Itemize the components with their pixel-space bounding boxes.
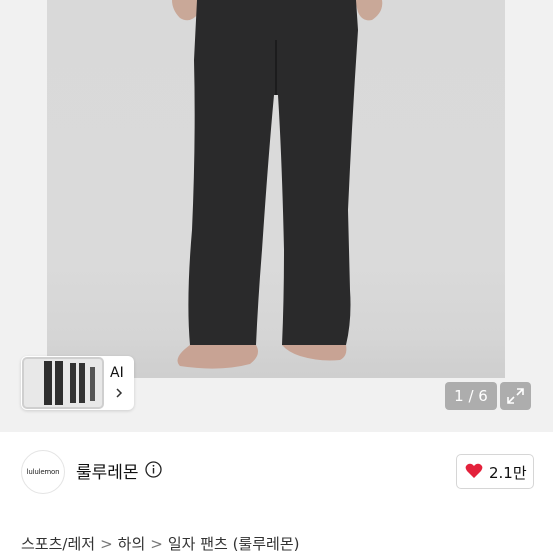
right-hand bbox=[355, 0, 383, 21]
left-hand bbox=[172, 0, 200, 21]
image-counter: 1 / 6 bbox=[445, 382, 497, 410]
thumbnail-strip[interactable]: AI bbox=[21, 356, 134, 410]
breadcrumb-item-category[interactable]: 스포츠/레저 bbox=[21, 535, 95, 553]
fullscreen-button[interactable] bbox=[500, 382, 531, 410]
like-button[interactable]: 2.1만 bbox=[456, 454, 534, 489]
right-foot bbox=[282, 345, 347, 361]
expand-icon bbox=[507, 388, 524, 404]
seller-avatar[interactable]: lululemon bbox=[21, 450, 65, 494]
heart-icon bbox=[465, 463, 483, 478]
breadcrumb-separator: > bbox=[150, 535, 163, 553]
breadcrumb-item-product-type[interactable]: 일자 팬츠 (룰루레몬) bbox=[168, 535, 300, 553]
thumbnail-image[interactable] bbox=[22, 357, 104, 409]
ai-label: AI bbox=[110, 365, 124, 381]
leggings bbox=[188, 0, 358, 345]
seller-logo-text: lululemon bbox=[26, 468, 60, 476]
seller-name[interactable]: 룰루레몬 bbox=[76, 458, 139, 483]
product-image-gallery[interactable]: AI 1 / 6 bbox=[0, 0, 553, 432]
breadcrumb-separator: > bbox=[100, 535, 113, 553]
breadcrumb: 스포츠/레저 > 하의 > 일자 팬츠 (룰루레몬) bbox=[21, 533, 299, 554]
chevron-right-icon[interactable] bbox=[113, 387, 125, 399]
info-icon[interactable] bbox=[145, 461, 162, 478]
breadcrumb-item-subcategory[interactable]: 하의 bbox=[118, 535, 146, 553]
like-count: 2.1만 bbox=[489, 464, 527, 482]
left-foot bbox=[177, 345, 258, 369]
